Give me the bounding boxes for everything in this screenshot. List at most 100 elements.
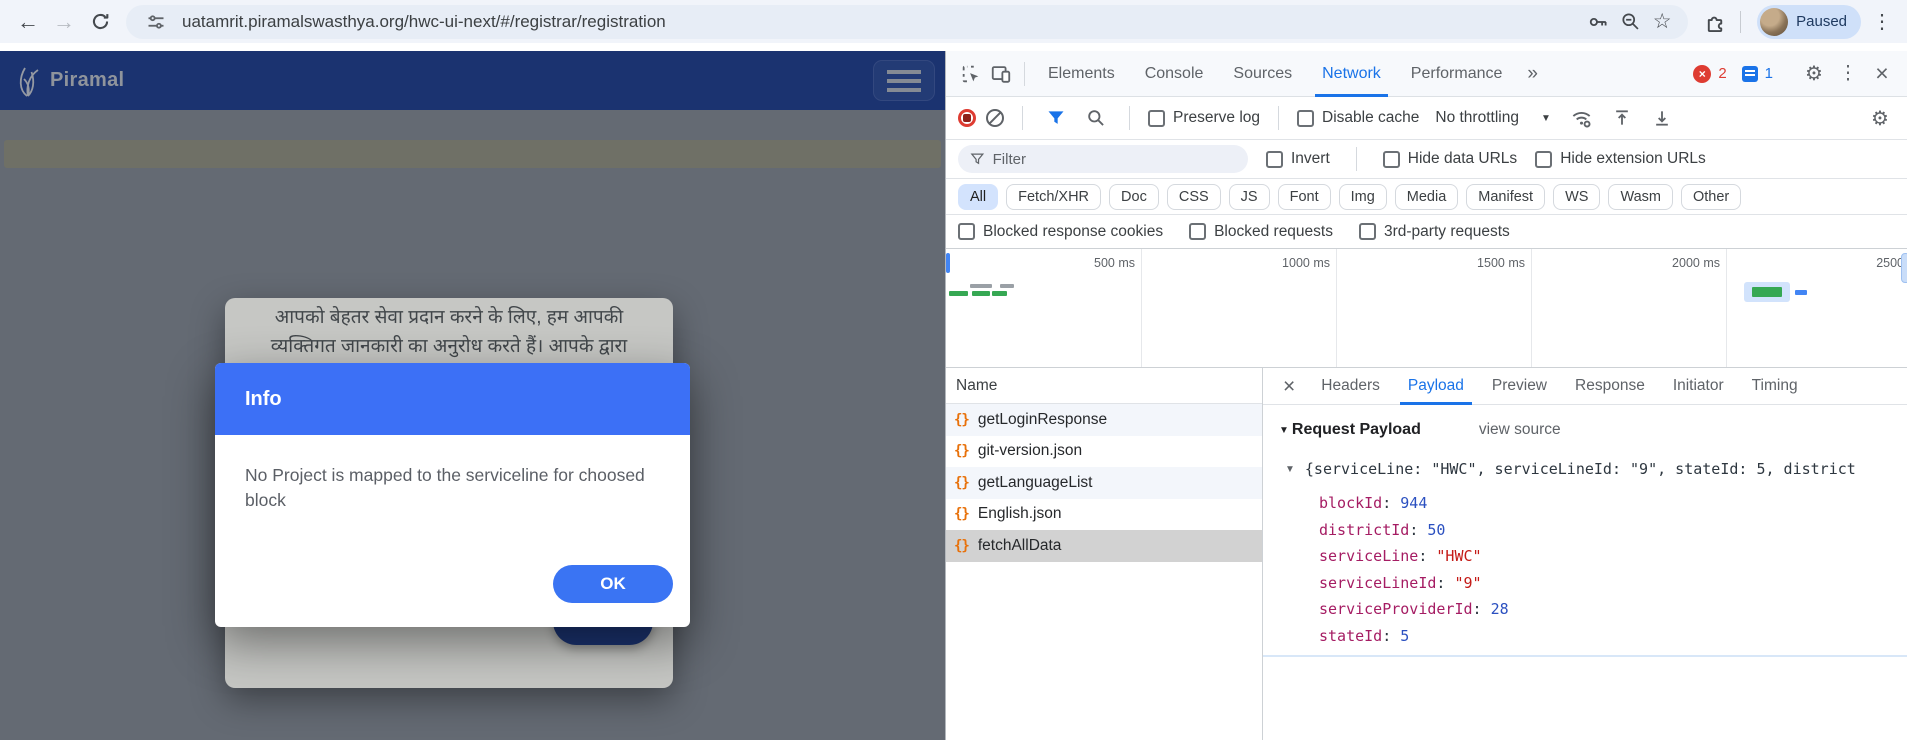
ok-button[interactable]: OK xyxy=(553,565,673,603)
tab-elements[interactable]: Elements xyxy=(1033,51,1130,97)
request-row[interactable]: {} getLoginResponse xyxy=(946,404,1262,436)
chip-js[interactable]: JS xyxy=(1229,184,1270,210)
toolbar-bottom-strip xyxy=(0,43,1907,51)
collapse-triangle-icon[interactable]: ▼ xyxy=(1285,464,1295,475)
tab-initiator[interactable]: Initiator xyxy=(1659,368,1738,405)
blocked-response-cookies-control[interactable]: Blocked response cookies xyxy=(958,223,1163,241)
tab-response[interactable]: Response xyxy=(1561,368,1659,405)
filter-input[interactable] xyxy=(993,151,1236,168)
tab-performance[interactable]: Performance xyxy=(1396,51,1518,97)
hide-extension-urls-control[interactable]: Hide extension URLs xyxy=(1535,150,1706,168)
tab-headers[interactable]: Headers xyxy=(1307,368,1394,405)
hide-data-urls-control[interactable]: Hide data URLs xyxy=(1383,150,1517,168)
network-settings-icon[interactable]: ⚙ xyxy=(1865,103,1895,133)
blocked-requests-control[interactable]: Blocked requests xyxy=(1189,223,1333,241)
request-list-header[interactable]: Name xyxy=(946,368,1262,404)
view-source-link[interactable]: view source xyxy=(1479,421,1561,439)
request-type-filters: All Fetch/XHR Doc CSS JS Font Img Media … xyxy=(946,179,1907,215)
back-icon[interactable]: ← xyxy=(10,4,46,40)
chip-other[interactable]: Other xyxy=(1681,184,1741,210)
more-tabs-icon[interactable]: » xyxy=(1517,63,1548,85)
tab-console[interactable]: Console xyxy=(1130,51,1219,97)
throttling-select[interactable]: No throttling ▼ xyxy=(1429,109,1556,127)
payload-property: serviceLine: "HWC" xyxy=(1319,543,1907,570)
network-overview-timeline[interactable]: 500 ms 1000 ms 1500 ms 2000 ms 2500 xyxy=(946,249,1907,368)
extensions-puzzle-icon[interactable] xyxy=(1700,7,1730,37)
hide-data-urls-label: Hide data URLs xyxy=(1408,150,1517,168)
chip-font[interactable]: Font xyxy=(1278,184,1331,210)
property-value: 28 xyxy=(1491,600,1509,618)
invert-control[interactable]: Invert xyxy=(1266,150,1330,168)
timeline-left-handle[interactable] xyxy=(946,253,950,273)
chip-img[interactable]: Img xyxy=(1339,184,1387,210)
hamburger-menu-button[interactable] xyxy=(873,60,935,101)
zoom-out-icon[interactable] xyxy=(1614,6,1646,38)
request-row[interactable]: {} getLanguageList xyxy=(946,467,1262,499)
disable-cache-control[interactable]: Disable cache xyxy=(1297,109,1419,127)
third-party-requests-control[interactable]: 3rd-party requests xyxy=(1359,223,1510,241)
disable-cache-checkbox[interactable] xyxy=(1297,110,1314,127)
blocked-response-cookies-checkbox[interactable] xyxy=(958,223,975,240)
filter-divider xyxy=(1356,147,1357,171)
waterfall-bar-gray xyxy=(1000,284,1014,288)
request-list: Name {} getLoginResponse {} git-version.… xyxy=(946,368,1263,740)
tune-icon[interactable] xyxy=(140,6,172,38)
hide-extension-urls-checkbox[interactable] xyxy=(1535,151,1552,168)
timeline-right-handle[interactable] xyxy=(1901,253,1907,283)
reload-icon[interactable] xyxy=(82,4,118,40)
chip-ws[interactable]: WS xyxy=(1553,184,1600,210)
filter-funnel-icon[interactable] xyxy=(1041,103,1071,133)
filter-input-wrap[interactable] xyxy=(958,145,1248,173)
issues-badge-icon[interactable] xyxy=(1742,66,1758,82)
request-row[interactable]: {} English.json xyxy=(946,499,1262,531)
tab-preview[interactable]: Preview xyxy=(1478,368,1561,405)
brand-logo[interactable]: Piramal xyxy=(14,63,124,99)
error-badge-icon[interactable]: × xyxy=(1693,65,1711,83)
timeline-label-500: 500 ms xyxy=(946,256,1135,270)
password-key-icon[interactable] xyxy=(1582,6,1614,38)
tab-timing[interactable]: Timing xyxy=(1738,368,1812,405)
inspect-element-icon[interactable] xyxy=(956,59,986,89)
profile-chip[interactable]: Paused xyxy=(1757,5,1861,39)
forward-icon[interactable]: → xyxy=(46,4,82,40)
search-icon[interactable] xyxy=(1081,103,1111,133)
export-har-icon[interactable] xyxy=(1647,103,1677,133)
third-party-requests-checkbox[interactable] xyxy=(1359,223,1376,240)
payload-bottom-separator xyxy=(1263,655,1907,657)
device-toolbar-icon[interactable] xyxy=(986,59,1016,89)
chip-wasm[interactable]: Wasm xyxy=(1608,184,1673,210)
request-row-selected[interactable]: {} fetchAllData xyxy=(946,530,1262,562)
tab-sources[interactable]: Sources xyxy=(1218,51,1307,97)
url-bar[interactable]: uatamrit.piramalswasthya.org/hwc-ui-next… xyxy=(126,5,1688,39)
chip-manifest[interactable]: Manifest xyxy=(1466,184,1545,210)
preserve-log-control[interactable]: Preserve log xyxy=(1148,109,1260,127)
network-conditions-icon[interactable] xyxy=(1567,103,1597,133)
request-name: getLanguageList xyxy=(978,474,1093,492)
avatar xyxy=(1760,8,1788,36)
tab-payload[interactable]: Payload xyxy=(1394,368,1478,405)
record-icon[interactable] xyxy=(958,109,976,127)
chip-media[interactable]: Media xyxy=(1395,184,1459,210)
devtools-settings-icon[interactable]: ⚙ xyxy=(1799,59,1829,89)
invert-checkbox[interactable] xyxy=(1266,151,1283,168)
browser-menu-icon[interactable]: ⋮ xyxy=(1867,9,1897,34)
blocked-requests-checkbox[interactable] xyxy=(1189,223,1206,240)
close-detail-icon[interactable]: × xyxy=(1283,376,1295,397)
info-modal-header: Info xyxy=(215,363,690,435)
hide-data-urls-checkbox[interactable] xyxy=(1383,151,1400,168)
preserve-log-checkbox[interactable] xyxy=(1148,110,1165,127)
json-braces-icon: {} xyxy=(954,443,969,459)
blocked-requests-label: Blocked requests xyxy=(1214,223,1333,241)
request-row[interactable]: {} git-version.json xyxy=(946,436,1262,468)
devtools-menu-icon[interactable]: ⋮ xyxy=(1833,59,1863,89)
chip-fetch-xhr[interactable]: Fetch/XHR xyxy=(1006,184,1101,210)
clear-icon[interactable] xyxy=(986,109,1004,127)
chip-doc[interactable]: Doc xyxy=(1109,184,1159,210)
chip-css[interactable]: CSS xyxy=(1167,184,1221,210)
chip-all[interactable]: All xyxy=(958,184,998,210)
devtools-close-icon[interactable]: × xyxy=(1867,59,1897,89)
collapse-triangle-icon[interactable]: ▼ xyxy=(1279,425,1289,436)
tab-network[interactable]: Network xyxy=(1307,51,1396,97)
import-har-icon[interactable] xyxy=(1607,103,1637,133)
bookmark-star-icon[interactable]: ☆ xyxy=(1646,6,1678,38)
